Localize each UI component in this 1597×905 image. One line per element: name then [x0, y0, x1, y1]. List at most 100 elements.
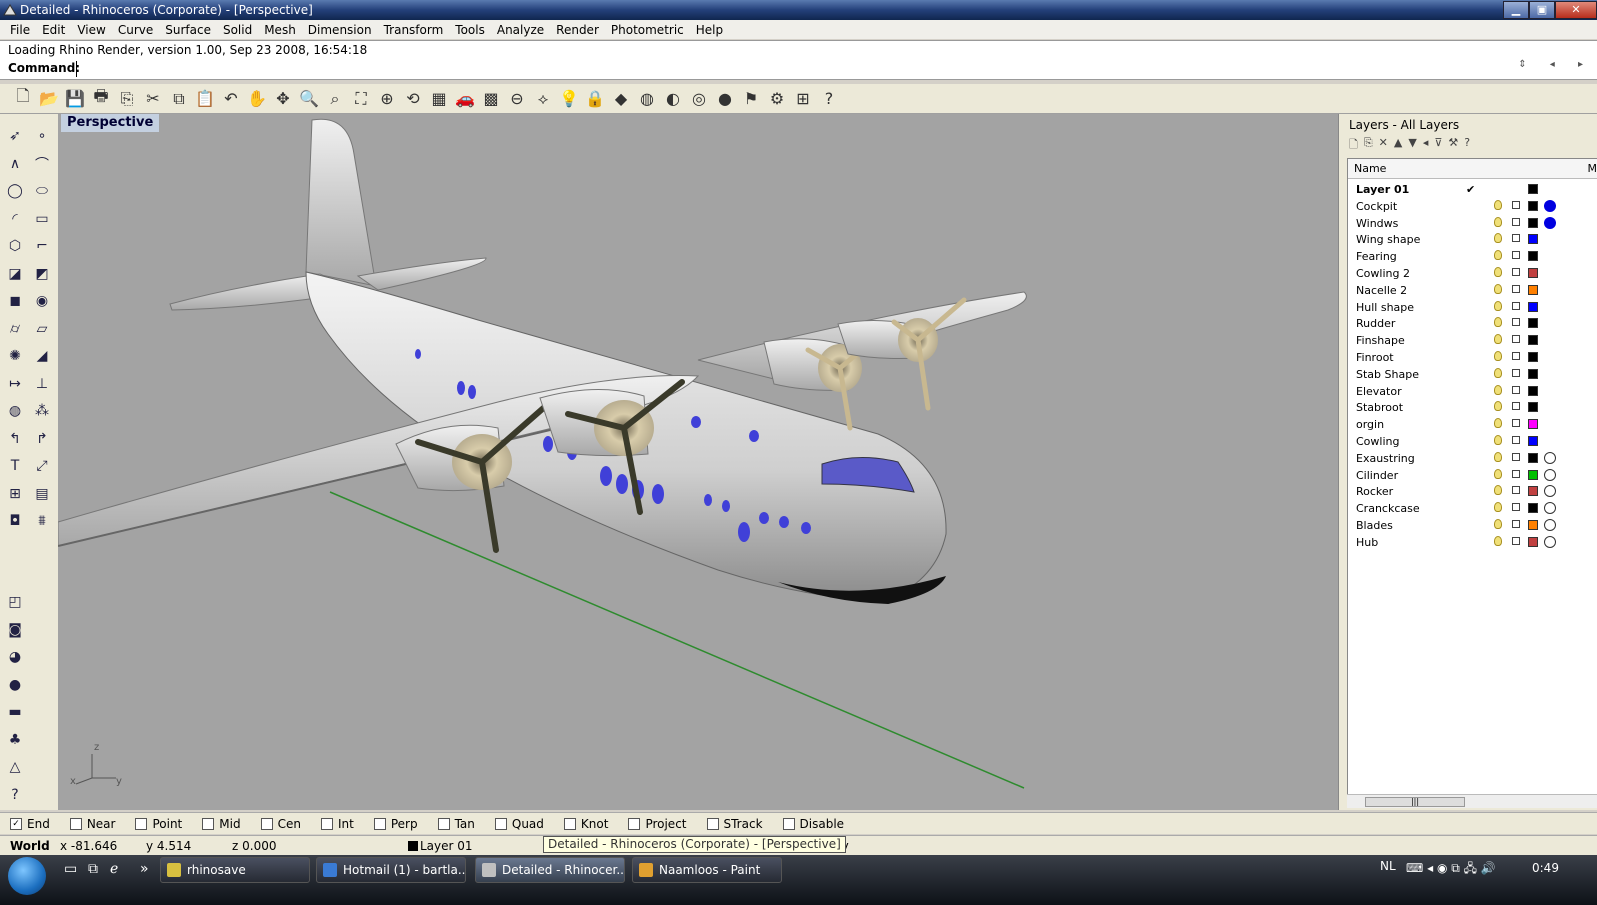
command-input[interactable] [76, 61, 1494, 77]
array-icon[interactable]: ⊥ [30, 372, 54, 396]
menu-tools[interactable]: Tools [449, 23, 491, 37]
material-icon[interactable] [1544, 216, 1556, 229]
tree-icon[interactable]: ♣ [3, 728, 27, 752]
menu-analyze[interactable]: Analyze [491, 23, 550, 37]
visibility-bulb-icon[interactable] [1494, 535, 1502, 546]
render-save-icon[interactable]: ◙ [3, 618, 27, 642]
osnap-quad[interactable]: Quad [494, 817, 544, 831]
layer-list-header[interactable]: Name M [1348, 159, 1597, 179]
render-globe-icon[interactable]: ◕ [3, 645, 27, 669]
layer-color-swatch[interactable] [1528, 217, 1538, 228]
trim-icon[interactable]: ↰ [3, 427, 27, 451]
polyline-icon[interactable]: ∧ [3, 152, 27, 176]
osnap-knot[interactable]: Knot [563, 817, 608, 831]
mesh-icon[interactable]: ▱ [30, 317, 54, 341]
lock-icon[interactable] [1512, 368, 1520, 377]
layer-color-swatch[interactable] [1528, 452, 1538, 463]
zoom-extents-icon[interactable]: ⛶ [348, 86, 374, 112]
layer-row[interactable]: Hub [1348, 534, 1597, 551]
cut-icon[interactable]: ✂ [140, 86, 166, 112]
fillet-icon[interactable]: ⌐ [30, 234, 54, 258]
start-button[interactable] [8, 857, 46, 895]
help-icon[interactable]: ? [816, 86, 842, 112]
layer-row[interactable]: Finroot [1348, 349, 1597, 366]
osnap-checkbox[interactable] [202, 817, 215, 830]
block-icon[interactable]: ⊞ [3, 482, 27, 506]
show-desktop-icon[interactable]: ▭ [64, 861, 77, 877]
clock[interactable]: 0:49 [1532, 861, 1559, 875]
maximize-button[interactable]: ▣ [1529, 1, 1555, 19]
layer-row[interactable]: Finshape [1348, 332, 1597, 349]
transform-icon[interactable]: ✺ [3, 344, 27, 368]
paste-icon[interactable]: 📋 [192, 86, 218, 112]
lock-icon[interactable] [1512, 436, 1520, 444]
layer-color-swatch[interactable] [1528, 301, 1538, 312]
layer-row[interactable]: Nacelle 2 [1348, 282, 1597, 299]
environment-icon[interactable]: ▬ [3, 700, 27, 724]
visibility-bulb-icon[interactable] [1494, 283, 1502, 294]
undo-view-icon[interactable]: ⟲ [400, 86, 426, 112]
osnap-cen[interactable]: Cen [260, 817, 301, 831]
osnap-checkbox[interactable] [706, 817, 719, 830]
osnap-perp[interactable]: Perp [373, 817, 418, 831]
current-layer[interactable]: Layer 01 [420, 836, 473, 856]
layer-color-swatch[interactable] [1528, 335, 1538, 346]
menu-photometric[interactable]: Photometric [605, 23, 690, 37]
layer-row[interactable]: Stabroot [1348, 399, 1597, 416]
layer-color-swatch[interactable] [1528, 234, 1538, 245]
surface-icon[interactable]: ◪ [3, 262, 27, 286]
lock-icon[interactable] [1512, 452, 1520, 461]
osnap-checkbox[interactable] [437, 817, 450, 830]
material-icon[interactable] [1544, 199, 1556, 212]
close-button[interactable]: ✕ [1555, 1, 1597, 19]
menu-edit[interactable]: Edit [36, 23, 71, 37]
box-icon[interactable]: ◼ [3, 289, 27, 313]
grid-icon[interactable]: ▩ [478, 86, 504, 112]
lock-icon[interactable] [1512, 402, 1520, 411]
select-icon[interactable]: ➶ [3, 124, 27, 148]
layer-color-swatch[interactable] [1528, 200, 1538, 211]
osnap-checkbox[interactable] [628, 817, 641, 830]
lock-icon[interactable] [1512, 217, 1520, 226]
dimension-tool-icon[interactable]: ⤢ [30, 454, 54, 478]
layer-tool-2[interactable]: ✕ [1379, 136, 1388, 155]
shaded-icon[interactable]: ◎ [686, 86, 712, 112]
perspective-viewport[interactable]: z y x Perspective [58, 114, 1338, 810]
menu-curve[interactable]: Curve [112, 23, 159, 37]
hatch-icon[interactable]: ⩩ [30, 509, 54, 533]
visibility-bulb-icon[interactable] [1494, 451, 1502, 462]
lock-icon[interactable] [1512, 385, 1520, 394]
visibility-bulb-icon[interactable] [1494, 519, 1502, 529]
menu-surface[interactable]: Surface [159, 23, 217, 37]
material-icon[interactable] [1544, 468, 1556, 481]
lock-icon[interactable] [1512, 335, 1520, 344]
visibility-bulb-icon[interactable] [1494, 351, 1502, 361]
zoom-icon[interactable]: 🔍 [296, 86, 322, 112]
visibility-bulb-icon[interactable] [1494, 334, 1502, 345]
layer-color-swatch[interactable] [1528, 520, 1538, 530]
osnap-checkbox[interactable] [563, 817, 576, 830]
layer-row[interactable]: Stab Shape [1348, 366, 1597, 383]
osnap-checkbox[interactable] [782, 817, 795, 830]
lock-icon[interactable] [1512, 503, 1520, 512]
lock-icon[interactable] [1512, 486, 1520, 495]
visibility-bulb-icon[interactable] [1494, 435, 1502, 445]
layer-color-swatch[interactable] [1528, 368, 1538, 379]
analyze-icon[interactable]: ▤ [30, 482, 54, 506]
visibility-bulb-icon[interactable] [1494, 250, 1502, 261]
lock-icon[interactable] [1512, 469, 1520, 478]
gumball-icon[interactable]: ⟡ [530, 86, 556, 112]
osnap-point[interactable]: Point [135, 817, 182, 831]
taskbar-button[interactable]: rhinosave [160, 857, 310, 883]
settings-icon[interactable]: ⚙ [764, 86, 790, 112]
current-layer-check[interactable]: ✔ [1466, 181, 1475, 198]
osnap-tan[interactable]: Tan [437, 817, 475, 831]
text-icon[interactable]: T [3, 454, 27, 478]
menu-solid[interactable]: Solid [217, 23, 258, 37]
layer-row[interactable]: Cockpit [1348, 198, 1597, 215]
taskbar-button[interactable]: Detailed - Rhinocer... [475, 857, 625, 883]
visibility-bulb-icon[interactable] [1494, 367, 1502, 378]
render-material-icon[interactable]: ● [3, 673, 27, 697]
render-window-icon[interactable]: ◰ [3, 590, 27, 614]
menu-render[interactable]: Render [550, 23, 605, 37]
